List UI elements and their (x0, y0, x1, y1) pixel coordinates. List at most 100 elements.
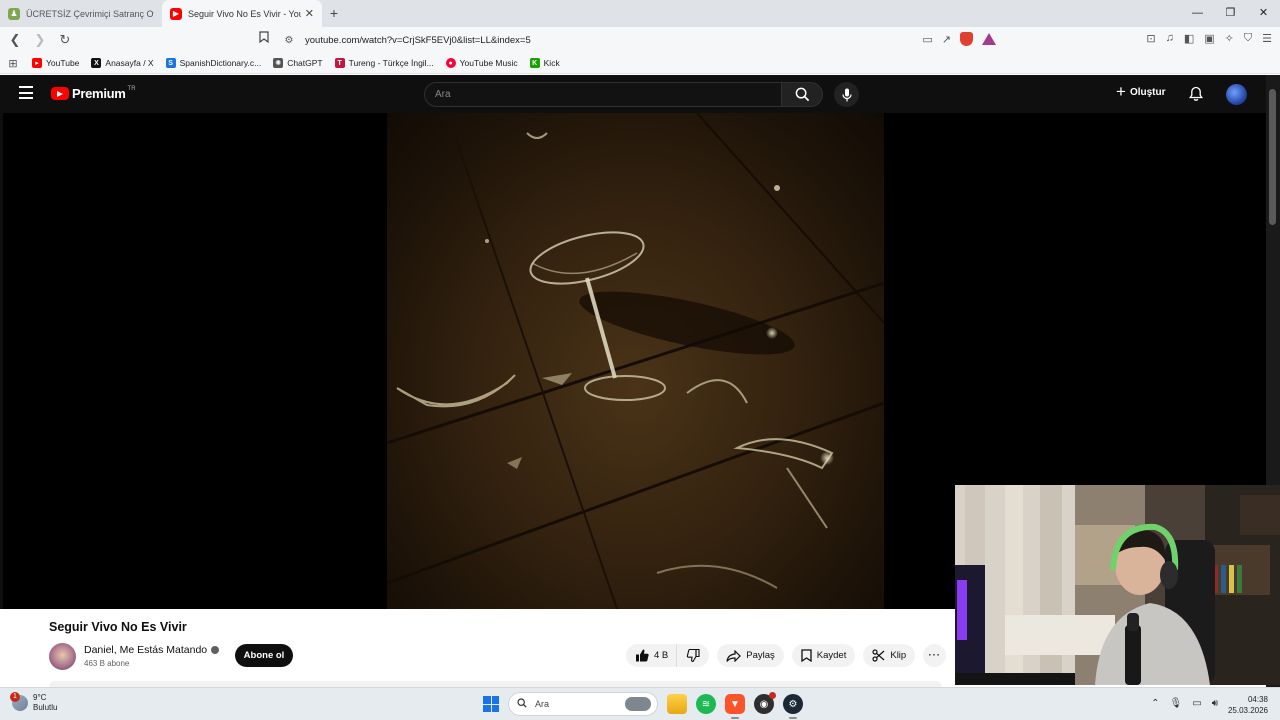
brave-shields-icon[interactable] (960, 32, 973, 46)
share-page-icon[interactable]: ↗ (942, 33, 951, 46)
bookmark-label: SpanishDictionary.c... (179, 58, 262, 68)
bookmark-tureng[interactable]: T Tureng - Türkçe İngil... (334, 58, 434, 68)
thumbs-down-icon (687, 649, 700, 662)
clock[interactable]: 04:38 25.03.2026 (1228, 694, 1268, 716)
search-icon (517, 698, 527, 710)
microphone-icon (841, 88, 852, 101)
browser-toolbar: ❮ ❯ ↻ ⚙ youtube.com/watch?v=CrjSkF5EVj0&… (0, 27, 1280, 53)
tab-chess[interactable]: ♟ ÜCRETSİZ Çevrimiçi Satranç Oynayın (0, 0, 162, 27)
steam-icon[interactable]: ⚙ (783, 694, 803, 719)
video-title: Seguir Vivo No Es Vivir (49, 620, 187, 634)
menu-icon[interactable]: ☰ (1262, 32, 1272, 45)
forward-icon[interactable]: ❯ (30, 32, 50, 48)
notifications-icon[interactable] (1188, 86, 1204, 107)
brave-browser-icon[interactable]: ▼ (725, 694, 745, 719)
new-tab-button[interactable]: + (322, 0, 346, 27)
search-button[interactable] (781, 82, 823, 107)
tab-title: ÜCRETSİZ Çevrimiçi Satranç Oynayın (26, 8, 154, 19)
close-tab-icon[interactable]: ✕ (305, 7, 314, 20)
tab-search-icon[interactable]: ⊡ (1146, 32, 1155, 45)
tab-title: Seguir Vivo No Es Vivir - YouT (188, 8, 301, 19)
bookmark-label: YouTube Music (459, 58, 518, 68)
minimize-icon[interactable]: — (1181, 0, 1214, 27)
share-icon (726, 649, 742, 662)
brand-text: Premium (72, 86, 126, 101)
scissors-icon (872, 649, 885, 662)
brave-rewards-icon[interactable] (982, 33, 996, 45)
sidebar-icon[interactable]: ◧ (1184, 32, 1194, 45)
wallet-icon[interactable]: ▣ (1204, 32, 1214, 45)
spotify-icon[interactable]: ≋ (696, 694, 716, 714)
url-text: youtube.com/watch?v=CrjSkF5EVj0&list=LL&… (305, 34, 531, 46)
apps-grid-icon[interactable]: ⊞ (0, 57, 26, 70)
microphone-tray-icon[interactable]: 🎙︎ (1170, 698, 1183, 709)
subscribe-button[interactable]: Abone ol (235, 644, 293, 667)
spanishdict-icon: S (165, 58, 176, 68)
bookmark-youtube[interactable]: ▸ YouTube (32, 58, 79, 68)
clip-button[interactable]: Klip (863, 644, 916, 667)
search-highlight-image (625, 697, 651, 711)
taskbar-search[interactable]: Ara (508, 692, 658, 716)
share-button[interactable]: Paylaş (717, 644, 784, 667)
vpn-icon[interactable]: ⛉ (1244, 32, 1252, 45)
more-actions-button[interactable]: ··· (923, 644, 947, 667)
plus-icon: + (1116, 82, 1126, 101)
windows-start-icon[interactable] (483, 696, 499, 712)
bookmark-chatgpt[interactable]: ✺ ChatGPT (273, 58, 323, 68)
youtube-icon: ▶ (170, 7, 182, 20)
more-horizontal-icon: ··· (928, 650, 941, 661)
close-window-icon[interactable]: ✕ (1247, 0, 1280, 27)
voice-search-button[interactable] (834, 82, 859, 107)
search-icon (795, 87, 809, 102)
obs-icon[interactable]: ◉ (754, 692, 776, 714)
clip-label: Klip (890, 650, 907, 661)
volume-icon[interactable]: 🔊︎ (1212, 698, 1218, 709)
bookmark-x[interactable]: X Anasayfa / X (91, 58, 154, 68)
chess-icon: ♟ (8, 7, 20, 20)
chevron-up-icon[interactable]: ⌃ (1151, 698, 1159, 709)
video-frame (387, 113, 884, 609)
restore-icon[interactable]: ❐ (1214, 0, 1247, 27)
share-label: Paylaş (746, 650, 775, 661)
address-bar[interactable]: ⚙ youtube.com/watch?v=CrjSkF5EVj0&list=L… (278, 29, 1000, 51)
youtube-premium-logo[interactable]: Premium TR (51, 86, 136, 101)
scrollbar-thumb[interactable] (1269, 89, 1276, 225)
network-icon[interactable]: ▭ (1192, 698, 1201, 709)
leo-ai-icon[interactable]: ✧ (1225, 32, 1234, 45)
bookmark-label: YouTube (46, 58, 80, 68)
channel-name-row[interactable]: Daniel, Me Estás Matando (84, 644, 220, 656)
bookmark-label: Kick (543, 58, 560, 68)
bookmark-youtube-music[interactable]: ● YouTube Music (445, 58, 518, 68)
bookmark-page-icon[interactable] (259, 31, 269, 46)
save-button[interactable]: Kaydet (791, 644, 856, 667)
bookmark-kick[interactable]: K Kick (529, 58, 560, 68)
bookmark-label: Tureng - Türkçe İngil... (348, 58, 434, 68)
thumbs-up-icon (636, 649, 649, 662)
channel-avatar[interactable] (49, 643, 76, 670)
media-icon[interactable]: ♫ (1166, 32, 1174, 45)
weather-widget[interactable]: 1 9°C Bulutlu (10, 692, 57, 713)
verified-icon (211, 646, 220, 654)
channel-name[interactable]: Daniel, Me Estás Matando (84, 644, 207, 656)
site-info-icon[interactable]: ⚙ (278, 35, 300, 46)
weather-temp: 9°C (33, 693, 47, 702)
bookmark-spanishdict[interactable]: S SpanishDictionary.c... (165, 58, 262, 68)
save-bookmark-icon (801, 649, 812, 662)
youtube-icon: ▸ (32, 58, 42, 68)
chatgpt-icon: ✺ (273, 58, 284, 68)
dislike-button[interactable] (677, 644, 710, 667)
cast-icon[interactable]: ▭ (922, 33, 932, 46)
search-input[interactable] (425, 83, 781, 106)
tab-youtube-video[interactable]: ▶ Seguir Vivo No Es Vivir - YouT ✕ (162, 0, 322, 27)
notification-badge: 1 (10, 692, 20, 702)
back-icon[interactable]: ❮ (5, 32, 25, 48)
taskbar-apps: Ara ≋ ▼ ◉ ⚙ (483, 692, 803, 719)
like-button[interactable]: 4 B (626, 644, 678, 667)
create-button[interactable]: + Oluştur (1116, 82, 1166, 101)
account-avatar[interactable] (1226, 84, 1247, 105)
hamburger-menu-icon[interactable] (19, 86, 33, 103)
save-label: Kaydet (816, 650, 847, 661)
youtube-play-icon (51, 87, 69, 100)
file-explorer-icon[interactable] (667, 694, 687, 714)
reload-icon[interactable]: ↻ (55, 32, 75, 48)
